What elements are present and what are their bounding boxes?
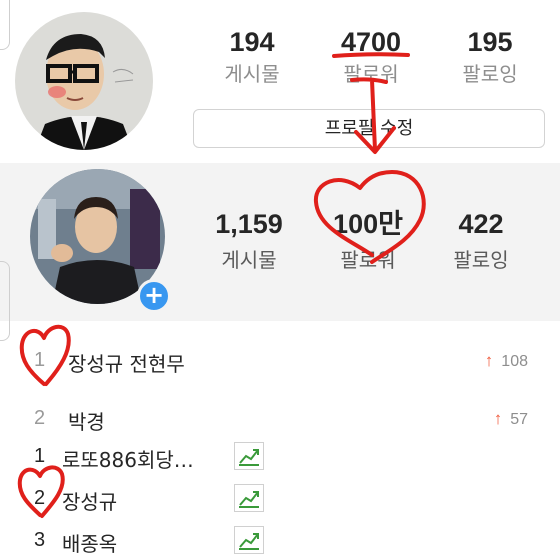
rank-number: 1: [34, 445, 46, 467]
trend-chart-icon[interactable]: [234, 526, 264, 554]
rank-number: 2: [34, 407, 46, 429]
trend-row[interactable]: 1 장성규 전현무 ↑ 108: [0, 341, 560, 381]
posts-label: 게시물: [224, 62, 280, 86]
rank-change: ↑ 108: [485, 351, 528, 371]
trend-name: 장성규 전현무: [68, 352, 185, 376]
following-count: 195: [467, 27, 513, 57]
posts-count: 194: [229, 27, 275, 57]
following-label: 팔로잉: [453, 248, 509, 272]
trending-list: 1 장성규 전현무 ↑ 108 2 박경 ↑ 57 1 로또886회당… 2 장성규…: [0, 261, 560, 560]
posts-label: 게시물: [221, 248, 277, 272]
side-panel-edge: [0, 261, 10, 341]
rank-number: 1: [34, 349, 46, 371]
up-arrow-icon: ↑: [484, 351, 494, 370]
stat-followers-2[interactable]: 100만 팔로워: [313, 208, 423, 274]
keyword-row[interactable]: 1 로또886회당…: [0, 437, 560, 477]
rank-change: ↑ 57: [494, 409, 528, 429]
side-panel-edge: [0, 0, 10, 50]
stat-followers-1[interactable]: 4700 팔로워: [316, 26, 426, 88]
rank-number: 2: [34, 487, 46, 509]
profile-header-2: + 1,159 게시물 100만 팔로워 422 팔로잉: [0, 163, 560, 321]
avatar-illustration-1: [15, 12, 153, 150]
trend-chart-icon[interactable]: [234, 484, 264, 512]
edit-profile-button[interactable]: 프로필 수정: [193, 109, 545, 148]
keyword-name: 장성규: [62, 490, 118, 514]
followers-count: 4700: [340, 27, 402, 57]
followers-label: 팔로워: [343, 62, 399, 86]
stat-posts-2[interactable]: 1,159 게시물: [194, 208, 304, 274]
stat-following-2[interactable]: 422 팔로잉: [426, 208, 536, 274]
keyword-name: 로또886회당…: [62, 448, 194, 472]
profile-avatar-1[interactable]: [15, 12, 153, 150]
profile-header-1: 194 게시물 4700 팔로워 195 팔로잉 프로필 수정: [0, 0, 560, 163]
trend-row[interactable]: 2 박경 ↑ 57: [0, 399, 560, 439]
trend-name: 박경: [68, 410, 105, 434]
posts-count: 1,159: [215, 209, 283, 239]
rank-number: 3: [34, 529, 46, 551]
keyword-row[interactable]: 3 배종옥: [0, 521, 560, 560]
followers-label: 팔로워: [340, 248, 396, 272]
followers-count: 100만: [333, 209, 403, 239]
stat-following-1[interactable]: 195 팔로잉: [435, 26, 545, 88]
change-value: 57: [510, 411, 528, 428]
change-value: 108: [501, 353, 528, 370]
following-count: 422: [458, 209, 504, 239]
trend-chart-icon[interactable]: [234, 442, 264, 470]
following-label: 팔로잉: [462, 62, 518, 86]
stat-posts-1[interactable]: 194 게시물: [197, 26, 307, 88]
keyword-row[interactable]: 2 장성규: [0, 479, 560, 519]
up-arrow-icon: ↑: [493, 409, 503, 428]
add-story-badge[interactable]: +: [137, 279, 171, 313]
keyword-name: 배종옥: [62, 532, 118, 556]
